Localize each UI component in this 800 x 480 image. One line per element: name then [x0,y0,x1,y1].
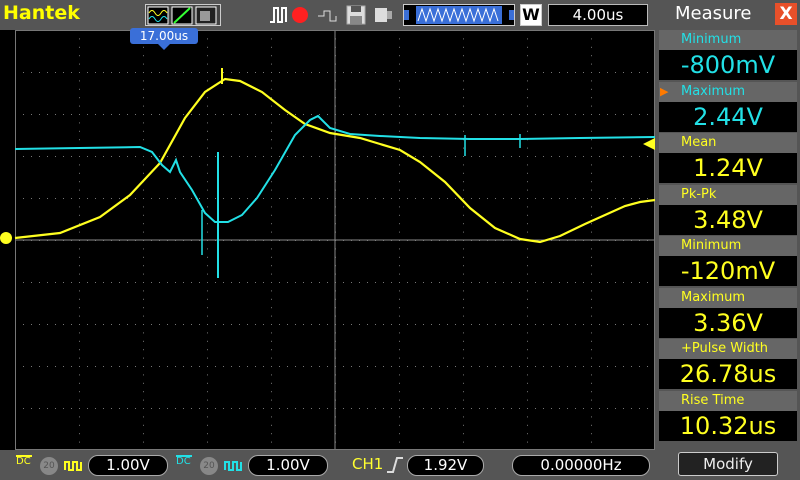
trigger-level-marker[interactable] [643,138,655,150]
measure-item-value: 26.78us [659,359,797,389]
modify-button[interactable]: Modify [678,452,778,476]
measure-title: Measure [675,3,752,24]
ch2-coupling-label: DC [176,456,191,467]
measure-item-value: 10.32us [659,410,797,441]
ch1-volts-per-div[interactable]: 1.00V [88,455,168,476]
ch1-ground-marker[interactable] [0,232,12,244]
ch2-coupling-dc-icon[interactable]: DC [176,455,194,475]
trigger-source[interactable]: CH1 [352,455,383,473]
close-icon[interactable]: X [775,3,797,25]
ch1-trace [14,77,656,244]
measure-item-value: -120mV [659,256,797,286]
measure-item-label[interactable]: Rise Time [659,390,797,411]
measure-item-label[interactable]: Pk-Pk [659,184,797,205]
measure-item-label[interactable]: Minimum [659,236,797,256]
measure-item-label[interactable]: Mean [659,133,797,153]
ch2-volts-per-div[interactable]: 1.00V [248,455,328,476]
ch1-coupling-label: DC [16,456,31,467]
status-bar: DC 20 1.00V DC 20 1.00V CH1 1.92V 0.0000… [0,450,655,480]
measure-item-value: 3.36V [659,307,797,338]
trigger-level[interactable]: 1.92V [407,455,484,476]
ch1-probe-icon[interactable] [64,458,84,472]
selected-arrow-icon: ▶ [660,84,669,98]
ch2-bandwidth-limit-icon[interactable]: 20 [200,457,218,475]
ch1-coupling-dc-icon[interactable]: DC [16,455,34,475]
measure-item-value: 2.44V [659,101,797,132]
ch1-bandwidth-limit-icon[interactable]: 20 [40,457,58,475]
frequency-counter: 0.00000Hz [512,455,650,476]
measure-title-bar: Measure X [655,0,800,28]
ch2-trace [14,114,656,223]
measure-item-label[interactable]: +Pulse Width [659,339,797,359]
measure-item-value: -800mV [659,50,797,80]
measure-panel: Measure X Minimum -800mV Maximum ▶ 2.44V Mean… [655,0,800,480]
measure-item-value: 3.48V [659,204,797,235]
trigger-edge-icon[interactable] [386,456,404,474]
measure-item-label[interactable]: Maximum [659,81,797,102]
ch2-probe-icon[interactable] [224,458,244,472]
measure-item-label[interactable]: Maximum [659,287,797,308]
measure-item-label[interactable]: Minimum [659,30,797,50]
measure-item-value: 1.24V [659,153,797,183]
